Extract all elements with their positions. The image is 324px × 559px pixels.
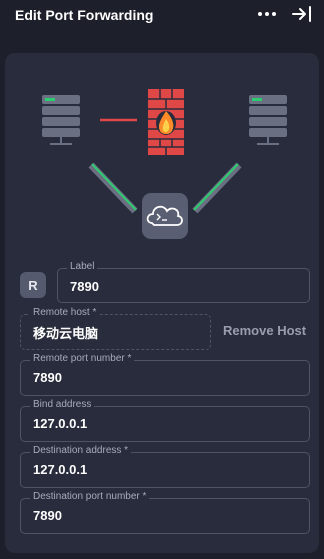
host-type-badge: R — [20, 272, 46, 298]
destination-port-field[interactable]: Destination port number * 7890 — [20, 491, 310, 534]
remote-host-field[interactable]: Remote host * 移动云电脑 — [20, 307, 211, 350]
remove-host-button[interactable]: Remove Host — [223, 323, 306, 338]
destination-port-value: 7890 — [33, 508, 62, 523]
firewall-icon — [148, 89, 184, 155]
local-server-icon — [42, 95, 80, 145]
tunnel-right-connector — [192, 162, 242, 214]
label-field[interactable]: Label 7890 — [57, 261, 310, 303]
port-forwarding-panel: R Label 7890 Remote host * 移动云电脑 Remove … — [5, 53, 319, 553]
tunnel-left-connector — [88, 162, 138, 214]
bind-address-value: 127.0.0.1 — [33, 416, 88, 431]
port-forwarding-diagram — [42, 89, 287, 239]
remote-port-value: 7890 — [33, 370, 62, 385]
label-field-value: 7890 — [70, 279, 99, 294]
destination-address-value: 127.0.0.1 — [33, 462, 88, 477]
destination-port-label: Destination port number * — [30, 491, 150, 502]
more-icon[interactable] — [258, 7, 278, 21]
remote-server-icon — [249, 95, 287, 145]
destination-address-label: Destination address * — [30, 445, 132, 456]
destination-address-field[interactable]: Destination address * 127.0.0.1 — [20, 445, 310, 488]
label-field-label: Label — [67, 261, 98, 272]
remote-port-field[interactable]: Remote port number * 7890 — [20, 353, 310, 396]
page-title: Edit Port Forwarding — [15, 7, 154, 23]
bind-address-field[interactable]: Bind address 127.0.0.1 — [20, 399, 310, 442]
remote-port-label: Remote port number * — [30, 353, 135, 364]
collapse-panel-icon[interactable] — [292, 5, 312, 23]
remote-host-value: 移动云电脑 — [33, 326, 99, 341]
bind-address-label: Bind address — [30, 399, 95, 410]
remote-host-label: Remote host * — [30, 307, 100, 318]
cloud-terminal-icon — [142, 193, 188, 239]
